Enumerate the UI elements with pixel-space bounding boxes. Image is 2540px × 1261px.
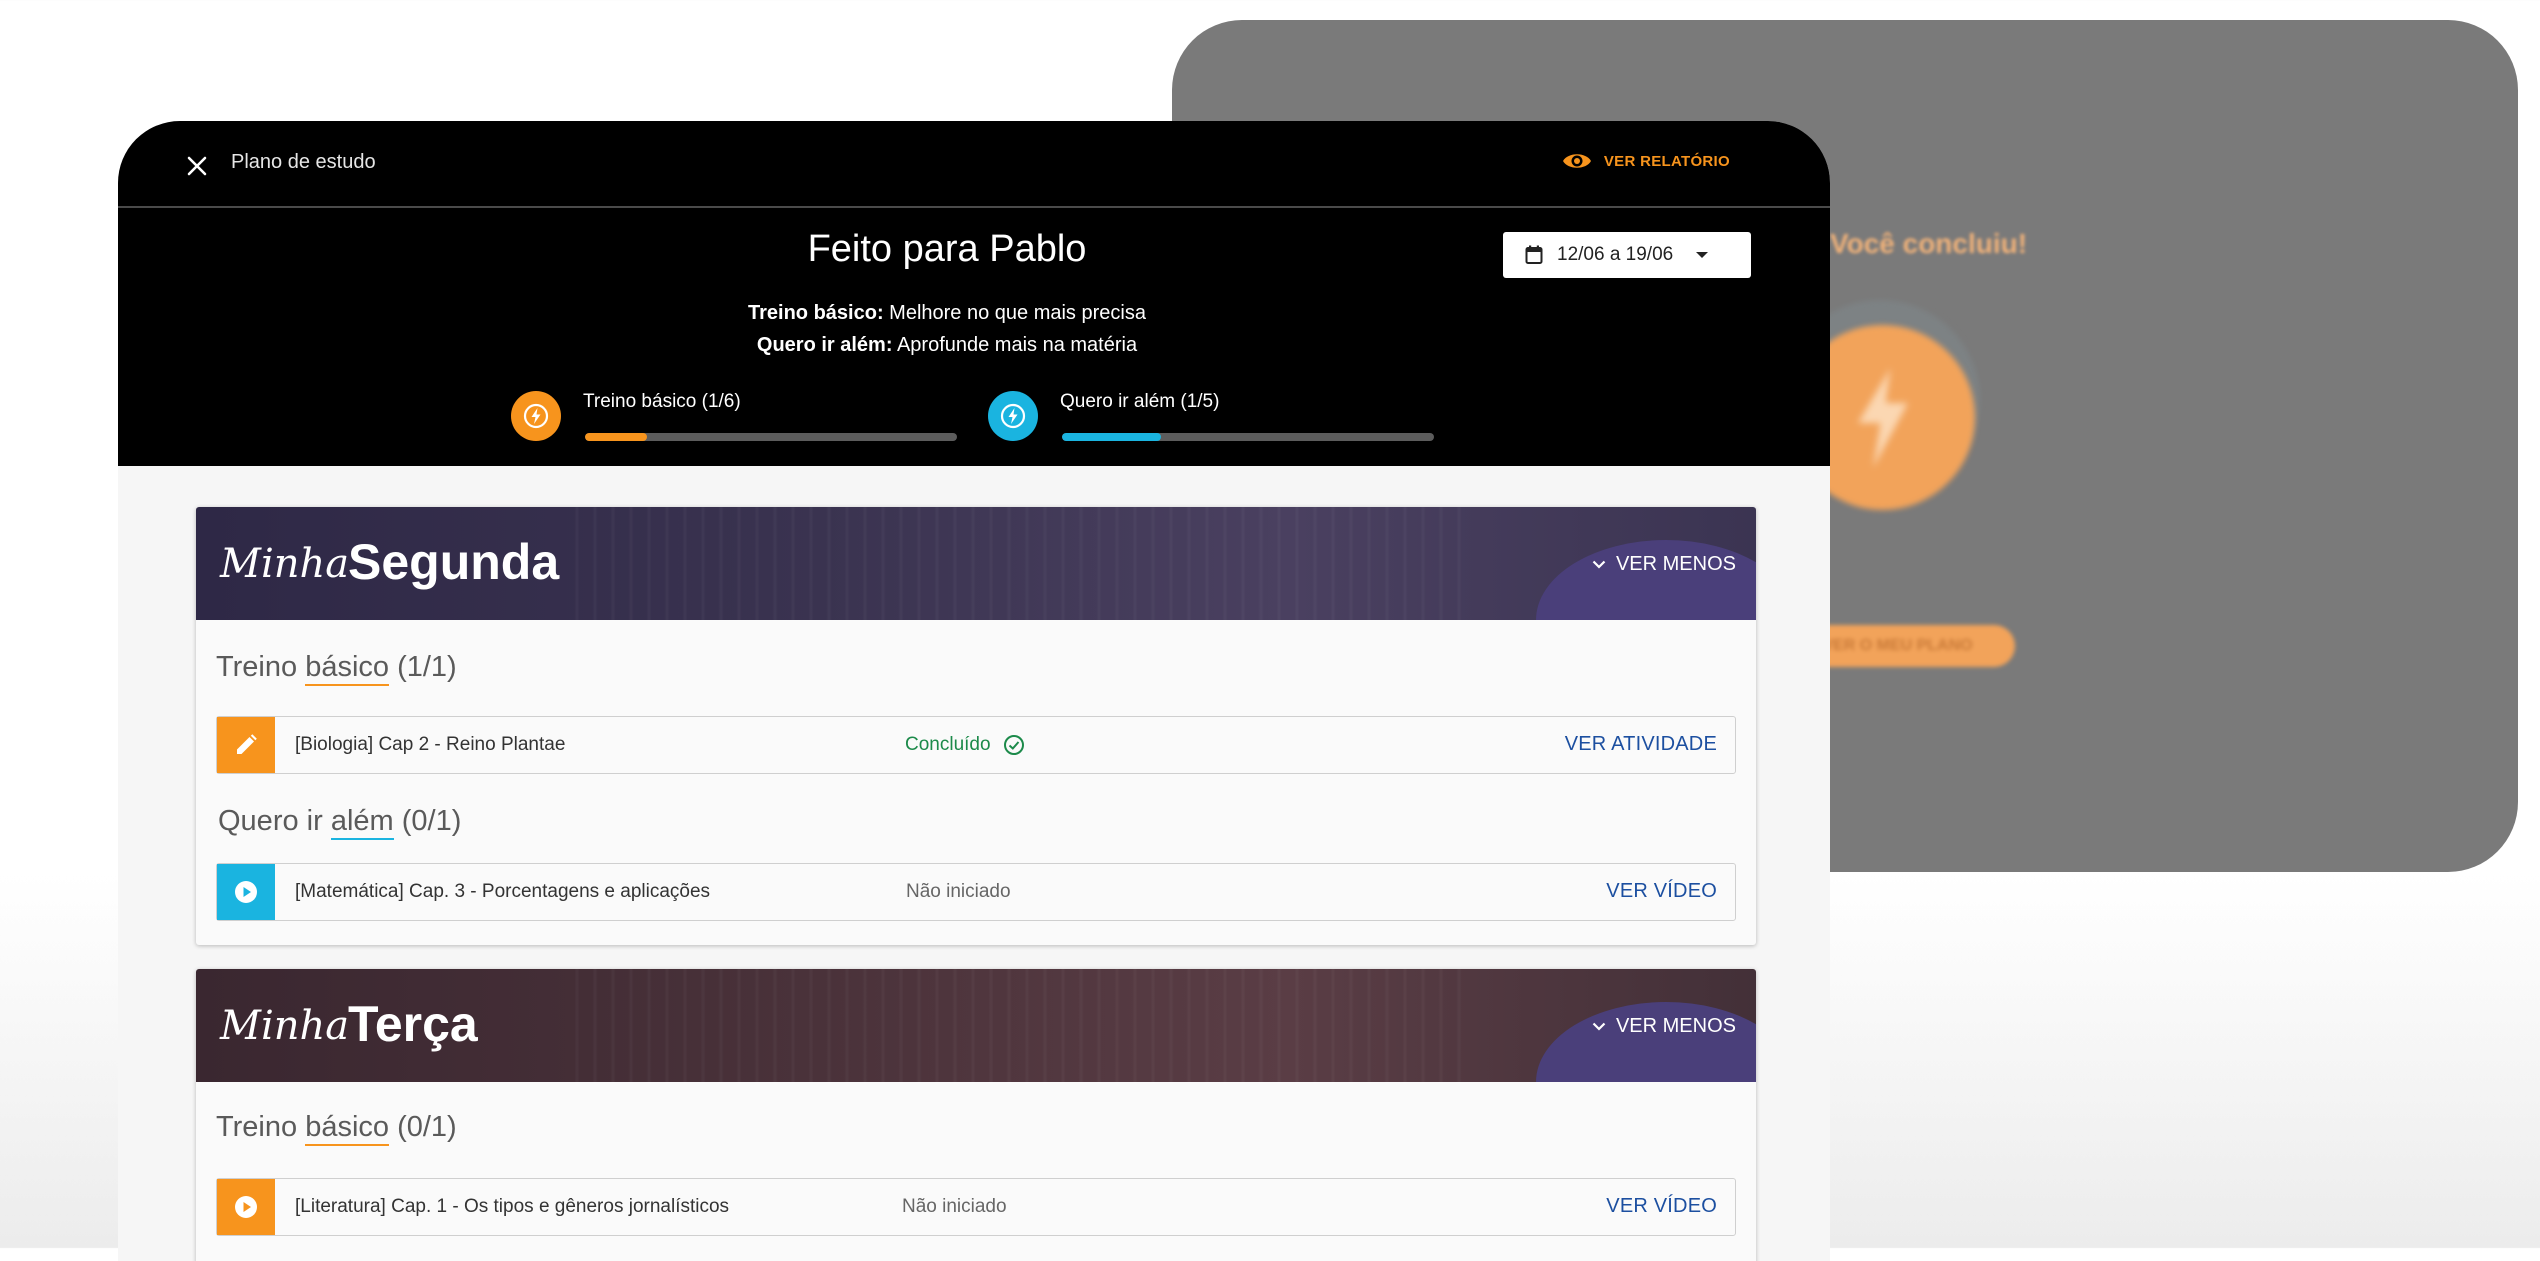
section-title-basic: Treino básico (0/1) xyxy=(216,1111,457,1146)
progress-extra-label: Quero ir além (1/5) xyxy=(1060,391,1220,412)
activity-title: [Biologia] Cap 2 - Reino Plantae xyxy=(295,734,566,755)
activity-row[interactable]: [Biologia] Cap 2 - Reino Plantae Concluí… xyxy=(216,716,1736,774)
top-bar: Plano de estudo VER RELATÓRIO xyxy=(118,121,1830,208)
header-shape xyxy=(1536,540,1756,620)
day-header-segunda: Minha Segunda VER MENOS xyxy=(196,507,1756,620)
eye-icon xyxy=(1562,154,1591,168)
day-name: Segunda xyxy=(348,534,560,590)
status-badge: Não iniciado xyxy=(902,1196,1007,1217)
lightning-icon xyxy=(523,403,549,429)
collapse-button[interactable]: VER MENOS xyxy=(1592,553,1736,576)
day-card-terca: Minha Terça VER MENOS Treino básico (0/1… xyxy=(196,969,1756,1261)
activity-title: [Literatura] Cap. 1 - Os tipos e gêneros… xyxy=(295,1196,730,1217)
view-report-button[interactable]: VER RELATÓRIO xyxy=(1562,151,1730,171)
day-card-segunda: Minha Segunda VER MENOS Treino básico (1… xyxy=(196,507,1756,945)
activity-title: [Matemática] Cap. 3 - Porcentagens e apl… xyxy=(295,881,711,902)
play-icon xyxy=(235,1196,257,1218)
progress-basic-label: Treino básico (1/6) xyxy=(583,391,741,412)
view-video-link[interactable]: VER VÍDEO xyxy=(1606,1195,1717,1218)
lightning-icon xyxy=(1000,403,1026,429)
caret-down-icon xyxy=(1696,252,1709,258)
day-prefix: Minha xyxy=(220,1003,350,1049)
day-header-terca: Minha Terça VER MENOS xyxy=(196,969,1756,1082)
view-video-link[interactable]: VER VÍDEO xyxy=(1606,880,1717,903)
study-plan-panel: Plano de estudo VER RELATÓRIO Feito para… xyxy=(118,121,1830,1261)
view-activity-link[interactable]: VER ATIVIDADE xyxy=(1565,733,1717,756)
day-name: Terça xyxy=(348,996,478,1052)
view-report-label: VER RELATÓRIO xyxy=(1603,152,1730,170)
page-title: Plano de estudo xyxy=(231,151,376,173)
play-icon xyxy=(235,881,257,903)
lightning-icon xyxy=(1857,367,1908,468)
header-shape xyxy=(1536,1002,1756,1082)
book-background xyxy=(576,969,1476,1082)
collapse-label: VER MENOS xyxy=(1615,1015,1736,1037)
progress-basic-track xyxy=(585,433,957,441)
collapse-button[interactable]: VER MENOS xyxy=(1592,1015,1736,1038)
day-prefix: Minha xyxy=(220,541,350,587)
status-badge: Não iniciado xyxy=(906,881,1011,902)
basic-description: Treino básico: Melhore no que mais preci… xyxy=(748,302,1146,324)
extra-description: Quero ir além: Aprofunde mais na matéria xyxy=(756,334,1138,356)
progress-basic-fill xyxy=(585,433,647,441)
pencil-icon xyxy=(237,734,257,754)
check-circle-icon xyxy=(1003,735,1024,755)
plan-header: Plano de estudo VER RELATÓRIO Feito para… xyxy=(118,121,1830,466)
section-title-basic: Treino básico (1/1) xyxy=(216,651,457,686)
activity-row[interactable]: [Matemática] Cap. 3 - Porcentagens e apl… xyxy=(216,863,1736,921)
activity-type-badge xyxy=(217,864,275,920)
collapse-label: VER MENOS xyxy=(1615,553,1736,575)
date-range-select[interactable]: 12/06 a 19/06 xyxy=(1503,232,1751,278)
chevron-down-icon xyxy=(1592,560,1606,569)
date-range-value: 12/06 a 19/06 xyxy=(1557,244,1674,265)
activity-type-badge xyxy=(217,717,275,773)
basic-orb xyxy=(511,391,561,441)
close-icon[interactable] xyxy=(186,155,208,177)
activity-type-badge xyxy=(217,1179,275,1235)
calendar-icon xyxy=(1525,245,1543,264)
chevron-down-icon xyxy=(1592,1022,1606,1031)
book-background xyxy=(576,507,1476,620)
section-title-extra: Quero ir além (0/1) xyxy=(218,805,461,840)
status-badge: Concluído xyxy=(905,734,1025,756)
background-completed-text: Você concluiu! xyxy=(1830,228,2028,259)
progress-extra-fill xyxy=(1062,433,1162,441)
activity-row[interactable]: [Literatura] Cap. 1 - Os tipos e gêneros… xyxy=(216,1178,1736,1236)
extra-orb xyxy=(988,391,1038,441)
progress-extra-track xyxy=(1062,433,1434,441)
